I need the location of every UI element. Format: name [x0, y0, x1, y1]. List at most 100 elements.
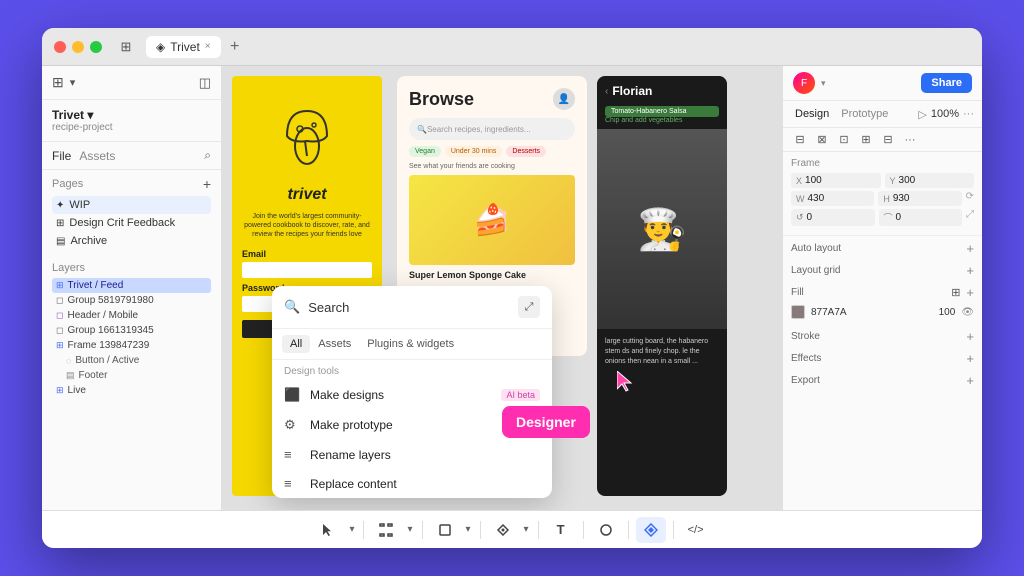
- layer-button-active[interactable]: ◌ Button / Active: [52, 353, 211, 368]
- search-popup: 🔍 Search ⤢ All Assets Plugins & widgets …: [272, 286, 552, 498]
- sidebar-search-icon[interactable]: ⌕: [204, 148, 211, 163]
- layer-label-footer: Footer: [79, 370, 108, 381]
- fill-hex-value[interactable]: 877A7A: [811, 307, 919, 318]
- fill-visibility-icon[interactable]: 👁: [961, 307, 974, 318]
- browse-subtitle: See what your friends are cooking: [409, 163, 575, 170]
- dark-back-icon[interactable]: ‹: [605, 86, 608, 97]
- active-tab[interactable]: ◈ Trivet ×: [146, 36, 221, 58]
- align-bottom-icon[interactable]: ···: [901, 134, 919, 146]
- layout-grid-add[interactable]: +: [966, 263, 974, 278]
- layer-header-mobile[interactable]: ◻ Header / Mobile: [52, 308, 211, 323]
- toolbar-separator-4: [538, 521, 539, 539]
- layer-footer[interactable]: ▤ Footer: [52, 368, 211, 383]
- fill-opacity-value[interactable]: 100: [925, 307, 955, 318]
- x-field[interactable]: X 100: [791, 173, 881, 188]
- tab-design[interactable]: Design: [791, 106, 833, 122]
- play-icon[interactable]: ▷: [918, 108, 926, 121]
- page-item-archive[interactable]: ▤ Archive: [52, 232, 211, 250]
- layer-trivet-feed[interactable]: ⊞ Trivet / Feed: [52, 278, 211, 293]
- frame-dropdown-icon[interactable]: ▾: [405, 524, 414, 535]
- rotate-field[interactable]: ↺ 0: [791, 209, 875, 226]
- zoom-label[interactable]: 100%: [931, 108, 959, 121]
- select-tool-button[interactable]: [313, 517, 343, 543]
- main-area: ⊞ ▾ ◫ Trivet ▾ recipe-project File Asset…: [42, 66, 982, 510]
- link-wh-icon[interactable]: ⟳: [966, 191, 974, 206]
- toolbar-separator-7: [673, 521, 674, 539]
- pen-tool-button[interactable]: [488, 517, 518, 543]
- tag-vegan[interactable]: Vegan: [409, 146, 441, 157]
- close-button[interactable]: [54, 41, 66, 53]
- layer-frame-139[interactable]: ⊞ Frame 139847239: [52, 338, 211, 353]
- app-window: ⊞ ◈ Trivet × + ⊞ ▾ ◫ Trivet ▾ recipe-pro…: [42, 28, 982, 548]
- file-tab[interactable]: File: [52, 149, 71, 163]
- layer-group-5819[interactable]: ◻ Group 5819791980: [52, 293, 211, 308]
- search-tab-all[interactable]: All: [282, 335, 310, 353]
- align-center-icon[interactable]: ⊠: [813, 133, 831, 146]
- align-top-icon[interactable]: ⊞: [857, 133, 875, 146]
- browse-search-bar[interactable]: 🔍 Search recipes, ingredients...: [409, 118, 575, 140]
- search-tab-plugins[interactable]: Plugins & widgets: [359, 335, 462, 353]
- code-tool-button[interactable]: </>: [681, 517, 711, 543]
- layer-group-1661[interactable]: ◻ Group 1661319345: [52, 323, 211, 338]
- minimize-button[interactable]: [72, 41, 84, 53]
- tab-close-button[interactable]: ×: [205, 41, 211, 52]
- search-expand-button[interactable]: ⤢: [518, 296, 540, 318]
- fill-color-swatch[interactable]: [791, 305, 805, 319]
- stroke-add-button[interactable]: +: [966, 329, 974, 344]
- layer-icon-header-mobile: ◻: [56, 310, 63, 321]
- corner-value: 0: [896, 212, 902, 223]
- align-right-icon[interactable]: ⊡: [835, 133, 853, 146]
- page-item-design-crit[interactable]: ⊞ Design Crit Feedback: [52, 214, 211, 232]
- search-input[interactable]: Search: [308, 300, 510, 315]
- trivet-mushroom-illustration: [267, 96, 347, 176]
- canvas[interactable]: trivet Join the world's largest communit…: [222, 66, 782, 510]
- tag-30min[interactable]: Under 30 mins: [445, 146, 503, 157]
- browse-header: Browse 👤: [409, 88, 575, 110]
- export-add-button[interactable]: +: [966, 373, 974, 388]
- more-icon[interactable]: ···: [963, 108, 974, 121]
- layer-label-frame139: Frame 139847239: [68, 340, 150, 351]
- tool-replace-content[interactable]: ≡ Replace content: [272, 469, 552, 498]
- layer-live[interactable]: ⊞ Live: [52, 383, 211, 398]
- sidebar-panel-icon[interactable]: ◫: [199, 75, 211, 91]
- project-name[interactable]: Trivet ▾: [52, 108, 211, 122]
- effects-add-button[interactable]: +: [966, 351, 974, 366]
- frame-tool-button[interactable]: [371, 517, 401, 543]
- assets-tab[interactable]: Assets: [79, 149, 115, 163]
- rect-dropdown-icon[interactable]: ▾: [464, 524, 473, 535]
- ellipse-tool-button[interactable]: [591, 517, 621, 543]
- component-tool-button[interactable]: [636, 517, 666, 543]
- email-field[interactable]: [242, 262, 372, 278]
- fill-add-button[interactable]: +: [966, 285, 974, 300]
- pen-tool-icon: [496, 523, 510, 537]
- select-tool-icon: [321, 523, 335, 537]
- share-button[interactable]: Share: [921, 73, 972, 93]
- new-tab-button[interactable]: +: [225, 37, 245, 57]
- sidebar-header: ⊞ ▾ ◫: [42, 66, 221, 100]
- pen-dropdown-icon[interactable]: ▾: [522, 524, 531, 535]
- h-field[interactable]: H 930: [878, 191, 961, 206]
- text-tool-button[interactable]: T: [546, 517, 576, 543]
- w-field[interactable]: W 430: [791, 191, 874, 206]
- stroke-header: Stroke +: [783, 324, 982, 346]
- align-left-icon[interactable]: ⊟: [791, 133, 809, 146]
- maximize-button[interactable]: [90, 41, 102, 53]
- fill-layout-icon[interactable]: ⊞: [951, 286, 960, 299]
- expand-corner-icon[interactable]: ⤢: [966, 209, 974, 226]
- y-field[interactable]: Y 300: [885, 173, 975, 188]
- tab-prototype[interactable]: Prototype: [837, 106, 892, 122]
- pages-add-button[interactable]: +: [203, 176, 211, 192]
- user-menu-chevron[interactable]: ▾: [821, 78, 826, 89]
- tool-rename-layers[interactable]: ≡ Rename layers: [272, 440, 552, 469]
- rect-tool-button[interactable]: [430, 517, 460, 543]
- corner-field[interactable]: ⌒ 0: [879, 209, 963, 226]
- page-label-archive: Archive: [70, 235, 107, 247]
- sidebar-expand-icon[interactable]: ▾: [70, 76, 76, 89]
- dark-instruction: Chip and add vegetables: [597, 117, 727, 129]
- align-middle-icon[interactable]: ⊟: [879, 133, 897, 146]
- tag-desserts[interactable]: Desserts: [506, 146, 546, 157]
- page-item-wip[interactable]: ✦ WIP: [52, 196, 211, 214]
- auto-layout-add[interactable]: +: [966, 241, 974, 256]
- select-dropdown-icon[interactable]: ▾: [347, 524, 356, 535]
- search-tab-assets[interactable]: Assets: [310, 335, 359, 353]
